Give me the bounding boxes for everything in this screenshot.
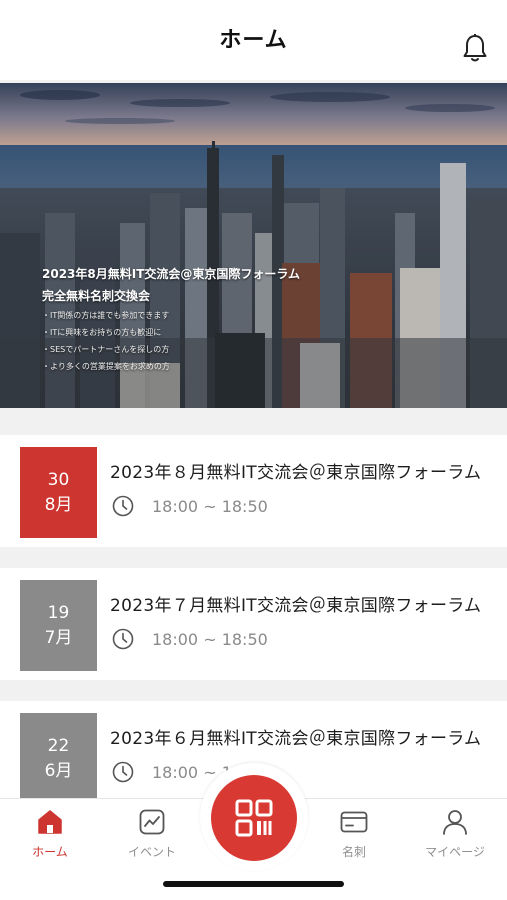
tab-mypage[interactable]: マイページ xyxy=(415,807,495,860)
event-time-row: 18:00 ~ 18:50 xyxy=(112,627,268,651)
banner-subtitle: 完全無料名刺交換会 xyxy=(42,289,151,303)
tab-event[interactable]: イベント xyxy=(112,807,192,860)
event-day: 19 xyxy=(47,602,70,623)
tab-home-label: ホーム xyxy=(32,845,68,859)
banner-title: 2023年8月無料IT交流会@東京国際フォーラム xyxy=(42,267,301,281)
event-list-item[interactable]: 19 7月 2023年７月無料IT交流会＠東京国際フォーラム 18:00 ~ 1… xyxy=(0,568,507,680)
page-title: ホーム xyxy=(219,28,288,53)
banner-bullet: ・より多くの営業提案をお求めの方 xyxy=(42,362,170,371)
event-day: 22 xyxy=(47,735,70,756)
event-time: 18:00 ~ 18:50 xyxy=(152,629,268,649)
tab-home[interactable]: ホーム xyxy=(10,807,90,860)
home-icon xyxy=(38,810,62,834)
tab-card[interactable]: 名刺 xyxy=(314,807,394,860)
user-icon xyxy=(443,810,467,835)
activity-chart-icon xyxy=(139,809,165,835)
event-month: 6月 xyxy=(44,760,73,781)
qr-code-icon xyxy=(235,799,273,837)
clock-icon xyxy=(112,495,134,517)
banner-bullet: ・SESでパートナーさんを探しの方 xyxy=(42,345,170,354)
event-title: 2023年８月無料IT交流会＠東京国際フォーラム xyxy=(110,463,482,483)
event-title: 2023年７月無料IT交流会＠東京国際フォーラム xyxy=(110,596,482,616)
clock-icon xyxy=(112,761,134,783)
event-banner[interactable]: 2023年8月無料IT交流会@東京国際フォーラム 完全無料名刺交換会 ・IT関係… xyxy=(0,83,507,408)
event-time: 18:00 ~ 18:50 xyxy=(152,496,268,516)
event-month: 8月 xyxy=(44,494,73,515)
banner-text: 2023年8月無料IT交流会@東京国際フォーラム 完全無料名刺交換会 ・IT関係… xyxy=(42,263,300,375)
event-day: 30 xyxy=(47,469,70,490)
event-list-item[interactable]: 30 8月 2023年８月無料IT交流会＠東京国際フォーラム 18:00 ~ 1… xyxy=(0,435,507,547)
event-date-badge: 22 6月 xyxy=(20,713,97,804)
business-card-icon xyxy=(340,811,368,833)
banner-bullet: ・IT関係の方は誰でも参加できます xyxy=(42,311,170,320)
clock-icon xyxy=(112,628,134,650)
app-screen: ホーム 2023年8月無料IT交流会@東京国際フォーラム 完全無料名刺交換会 ・… xyxy=(0,0,507,900)
qr-scan-button[interactable] xyxy=(211,775,297,861)
top-bar: ホーム xyxy=(0,0,507,80)
event-month: 7月 xyxy=(44,627,73,648)
bell-icon[interactable] xyxy=(461,33,489,63)
event-date-badge: 19 7月 xyxy=(20,580,97,671)
home-indicator xyxy=(163,881,344,887)
event-title: 2023年６月無料IT交流会＠東京国際フォーラム xyxy=(110,729,482,749)
event-date-badge: 30 8月 xyxy=(20,447,97,538)
tab-mypage-label: マイページ xyxy=(425,845,485,859)
event-time-row: 18:00 ~ 18:50 xyxy=(112,494,268,518)
tab-event-label: イベント xyxy=(127,845,176,859)
banner-bullet: ・ITに興味をお持ちの方も歓迎に xyxy=(42,328,162,337)
tab-card-label: 名刺 xyxy=(341,845,366,859)
